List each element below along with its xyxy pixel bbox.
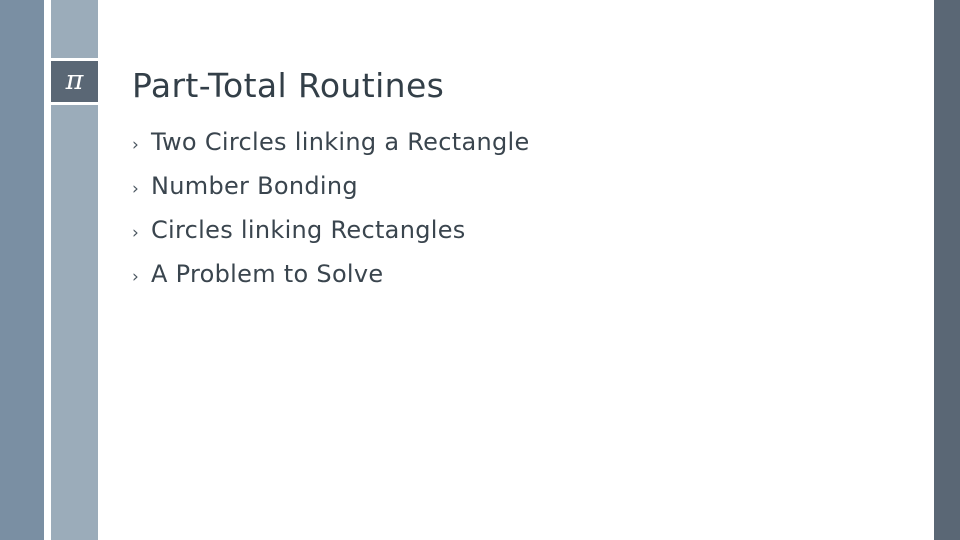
chevron-right-icon: › — [132, 223, 140, 243]
list-item-label: A Problem to Solve — [151, 260, 384, 288]
list-item: › Circles linking Rectangles — [132, 216, 530, 260]
list-item-label: Circles linking Rectangles — [151, 216, 466, 244]
slide-canvas: π Part-Total Routines › Two Circles link… — [0, 0, 960, 540]
list-item: › Number Bonding — [132, 172, 530, 216]
chevron-right-icon: › — [132, 135, 140, 155]
list-item: › A Problem to Solve — [132, 260, 530, 304]
pi-logo-tile: π — [51, 58, 98, 105]
right-accent-bar — [934, 0, 960, 540]
slide-content: Part-Total Routines › Two Circles linkin… — [132, 0, 922, 540]
list-item-label: Two Circles linking a Rectangle — [151, 128, 530, 156]
pi-symbol-icon: π — [65, 65, 84, 96]
list-item-label: Number Bonding — [151, 172, 358, 200]
left-outer-accent-bar — [0, 0, 44, 540]
chevron-right-icon: › — [132, 267, 140, 287]
list-item: › Two Circles linking a Rectangle — [132, 128, 530, 172]
bullet-list: › Two Circles linking a Rectangle › Numb… — [132, 128, 530, 304]
chevron-right-icon: › — [132, 179, 140, 199]
page-title: Part-Total Routines — [132, 66, 445, 105]
